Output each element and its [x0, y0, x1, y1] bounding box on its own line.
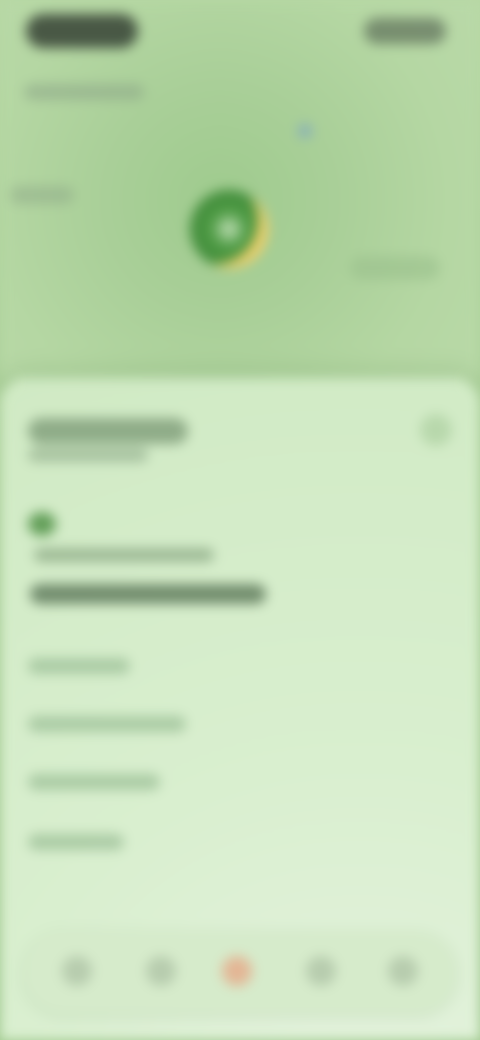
link-3-blob[interactable] [28, 774, 160, 790]
tab-list[interactable] [146, 956, 176, 986]
map-top-label [24, 84, 144, 100]
dot-icon [28, 512, 56, 536]
sheet-title-blob [28, 418, 188, 444]
tab-stats[interactable] [306, 956, 336, 986]
map-streak [350, 256, 440, 280]
primary-line-1-blob [34, 548, 214, 562]
location-pin-icon [190, 190, 268, 268]
tab-profile[interactable] [388, 956, 418, 986]
link-4-blob[interactable] [28, 834, 124, 850]
map-side-label [10, 186, 74, 204]
tab-center[interactable] [222, 956, 252, 986]
tab-home[interactable] [62, 956, 92, 986]
link-2-blob[interactable] [28, 716, 186, 732]
status-right [364, 18, 446, 44]
status-left [26, 14, 138, 48]
primary-line-2-blob [30, 584, 266, 604]
blurred-screen [0, 0, 480, 1040]
link-1-blob[interactable] [28, 658, 130, 674]
close-button[interactable] [420, 414, 452, 446]
map-dot [298, 124, 312, 138]
sheet-subtitle-blob [28, 448, 148, 462]
